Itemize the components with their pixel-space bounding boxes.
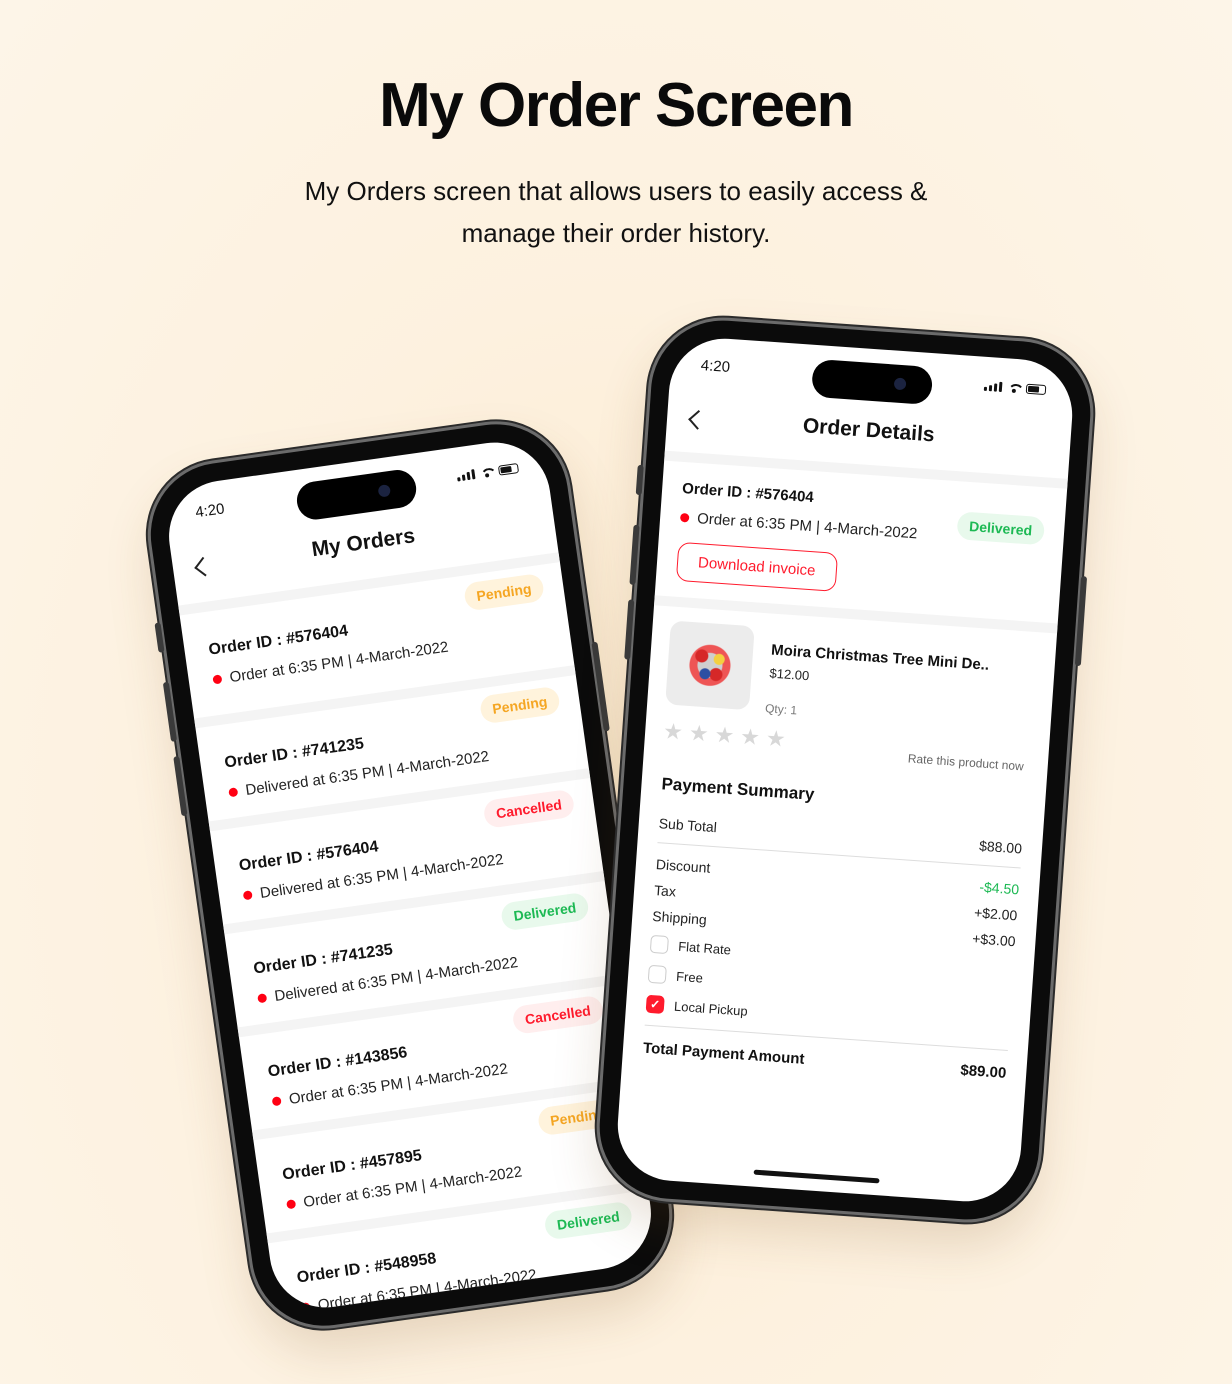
my-orders-screen: 4:20 My Orders Pending Order ID : #57640… — [161, 435, 659, 1315]
phone-volume-down-button — [173, 755, 188, 817]
hero-subtitle-line: manage their order history. — [461, 218, 771, 248]
order-details-content: Delivered Order ID : #576404 Order at 6:… — [623, 450, 1068, 1084]
hero-subtitle: My Orders screen that allows users to ea… — [0, 170, 1232, 254]
page-title: Order Details — [802, 414, 936, 447]
discount-value: -$4.50 — [978, 878, 1020, 898]
checkbox-icon[interactable] — [647, 964, 667, 985]
status-time: 4:20 — [700, 356, 731, 376]
product-price: $12.00 — [769, 665, 810, 684]
phone-volume-up-button — [162, 681, 178, 742]
total-label: Total Payment Amount — [642, 1039, 805, 1068]
phone-mute-switch — [635, 464, 644, 496]
subtotal-value: $88.00 — [978, 837, 1023, 857]
wifi-icon — [480, 467, 493, 478]
total-value: $89.00 — [959, 1061, 1007, 1082]
order-list: Pending Order ID : #576404 Order at 6:35… — [178, 552, 659, 1315]
product-thumbnail — [665, 620, 755, 711]
hero-title: My Order Screen — [379, 71, 854, 140]
phone-mute-switch — [154, 622, 165, 653]
battery-icon — [1025, 383, 1047, 396]
star-icon[interactable]: ★ — [714, 722, 735, 748]
star-icon[interactable]: ★ — [688, 720, 709, 746]
shipping-value: +$3.00 — [971, 930, 1017, 950]
payment-summary: Payment Summary Sub Total $88.00 Discoun… — [623, 765, 1046, 1083]
wifi-icon — [1008, 383, 1021, 393]
star-icon[interactable]: ★ — [765, 725, 786, 751]
phone-power-button — [591, 641, 610, 732]
download-invoice-button[interactable]: Download invoice — [675, 541, 838, 592]
star-icon[interactable]: ★ — [662, 718, 683, 744]
star-icon[interactable]: ★ — [739, 724, 760, 750]
checkbox-icon[interactable] — [649, 934, 669, 955]
product-quantity: Qty: 1 — [764, 701, 798, 718]
signal-icon — [983, 381, 1003, 393]
camera-icon — [893, 377, 907, 391]
discount-label: Discount — [655, 856, 711, 876]
product-image-ornaments — [686, 641, 734, 689]
camera-icon — [377, 484, 392, 498]
subtotal-row: Sub Total $88.00 — [658, 810, 1023, 861]
phone-my-orders: 4:20 My Orders Pending Order ID : #57640… — [141, 415, 679, 1335]
signal-icon — [456, 469, 476, 482]
status-icons — [456, 463, 520, 482]
phone-power-button — [1074, 575, 1088, 667]
shipping-option-label: Local Pickup — [673, 998, 749, 1019]
tax-label: Tax — [653, 881, 677, 900]
phone-order-details: 4:20 Order Details Delivered Order ID : … — [594, 315, 1096, 1225]
subtotal-label: Sub Total — [658, 815, 718, 836]
status-dot-icon — [300, 1302, 311, 1313]
battery-icon — [497, 463, 520, 476]
order-timestamp: Order at 6:35 PM | 4-March-2022 — [696, 510, 918, 543]
status-dot-icon — [679, 512, 690, 523]
status-dot-icon — [242, 890, 253, 901]
shipping-label: Shipping — [651, 907, 708, 928]
status-dot-icon — [271, 1096, 282, 1107]
dynamic-island — [294, 467, 419, 522]
order-summary-header: Delivered Order ID : #576404 Order at 6:… — [655, 461, 1067, 624]
shipping-option-label: Free — [675, 968, 704, 986]
shipping-option-label: Flat Rate — [677, 938, 732, 957]
checkbox-checked-icon[interactable]: ✓ — [645, 994, 665, 1014]
status-icons — [983, 381, 1047, 396]
tax-value: +$2.00 — [973, 904, 1018, 924]
order-details-screen: 4:20 Order Details Delivered Order ID : … — [614, 334, 1076, 1206]
phone-volume-down-button — [624, 599, 635, 660]
status-dot-icon — [286, 1199, 297, 1210]
phone-volume-up-button — [629, 524, 640, 585]
status-time: 4:20 — [194, 500, 226, 522]
status-dot-icon — [257, 993, 268, 1004]
dynamic-island — [810, 358, 934, 406]
hero-subtitle-line: My Orders screen that allows users to ea… — [304, 176, 928, 206]
order-status-badge: Delivered — [956, 511, 1046, 546]
status-dot-icon — [228, 787, 239, 798]
home-indicator[interactable] — [753, 1169, 880, 1184]
status-dot-icon — [212, 674, 223, 685]
